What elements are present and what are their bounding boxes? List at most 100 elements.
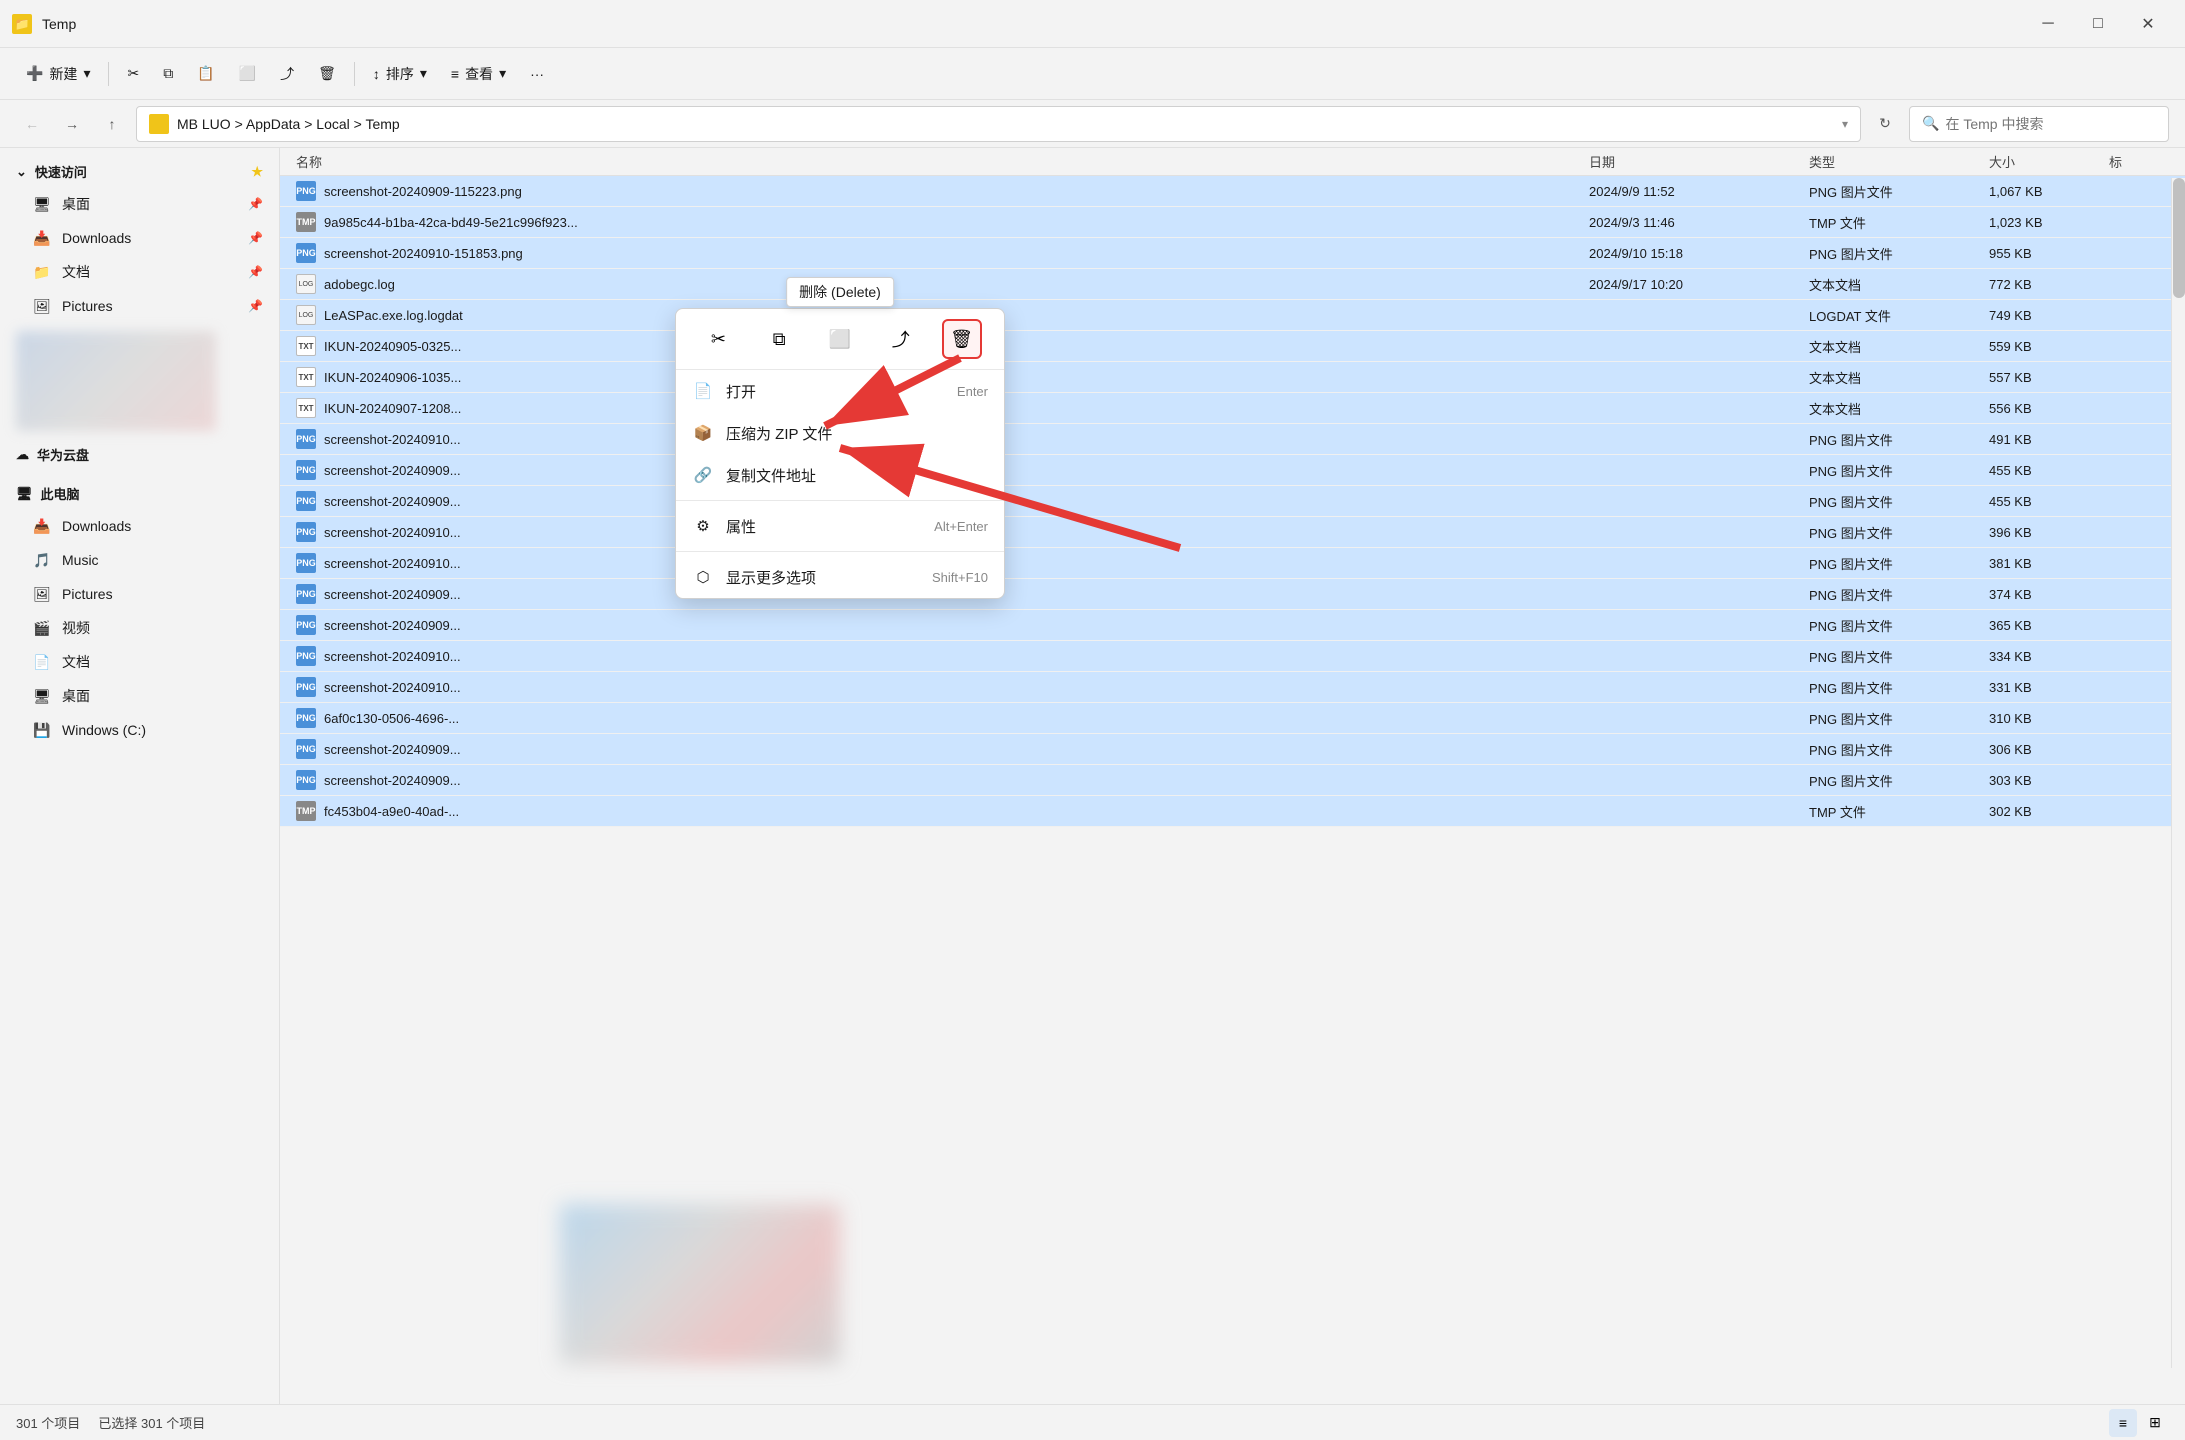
rename-icon: ⬜ [239, 65, 256, 82]
pin-icon: 📌 [248, 265, 263, 279]
path-dropdown[interactable]: ▾ [1842, 117, 1848, 131]
file-size: 1,067 KB [1989, 184, 2109, 199]
ctx-open-shortcut: Enter [957, 384, 988, 399]
search-box[interactable]: 🔍 [1909, 106, 2169, 142]
table-row[interactable]: PNG screenshot-20240910... PNG 图片文件 331 … [280, 672, 2185, 703]
table-row[interactable]: TXT IKUN-20240907-1208... 文本文档 556 KB [280, 393, 2185, 424]
view-button[interactable]: ≡ 查看 ▾ [441, 58, 516, 90]
file-name: screenshot-20240909-115223.png [324, 184, 522, 199]
table-row[interactable]: PNG screenshot-20240910... PNG 图片文件 491 … [280, 424, 2185, 455]
file-type: PNG 图片文件 [1809, 585, 1989, 604]
ctx-copy-button[interactable]: ⧉ [759, 319, 799, 359]
sidebar-item-documents[interactable]: 📁 文档 📌 [0, 255, 279, 289]
ctx-more-item[interactable]: ⬡ 显示更多选项 Shift+F10 [676, 556, 1004, 598]
sidebar-item-label: 桌面 [62, 686, 90, 706]
new-label: 新建 [49, 64, 77, 84]
sidebar-item-pc-documents[interactable]: 📄 文档 [0, 645, 279, 679]
table-row[interactable]: PNG screenshot-20240909... PNG 图片文件 455 … [280, 455, 2185, 486]
pc-documents-icon: 📄 [32, 652, 52, 672]
table-row[interactable]: TMP fc453b04-a9e0-40ad-... TMP 文件 302 KB [280, 796, 2185, 827]
list-view-button[interactable]: ≡ [2109, 1409, 2137, 1437]
file-name-cell: PNG screenshot-20240909... [296, 615, 1589, 635]
delete-button[interactable]: 🗑 [308, 59, 346, 88]
view-label: 查看 [465, 64, 493, 84]
file-size: 310 KB [1989, 711, 2109, 726]
maximize-button[interactable]: □ [2073, 0, 2123, 48]
sidebar-item-pc-downloads[interactable]: 📥 Downloads [0, 509, 279, 543]
table-row[interactable]: PNG screenshot-20240909... PNG 图片文件 374 … [280, 579, 2185, 610]
table-row[interactable]: TXT IKUN-20240906-1035... 文本文档 557 KB [280, 362, 2185, 393]
table-row[interactable]: PNG screenshot-20240909... PNG 图片文件 303 … [280, 765, 2185, 796]
file-name: fc453b04-a9e0-40ad-... [324, 804, 459, 819]
file-type: PNG 图片文件 [1809, 771, 1989, 790]
minimize-button[interactable]: ─ [2023, 0, 2073, 48]
ctx-properties-item[interactable]: ⚙ 属性 Alt+Enter [676, 505, 1004, 547]
search-input[interactable] [1945, 116, 2156, 132]
table-row[interactable]: LOG LeASPac.exe.log.logdat LOGDAT 文件 749… [280, 300, 2185, 331]
ctx-cut-button[interactable]: ✂ [698, 319, 738, 359]
sidebar-item-pc-music[interactable]: 🎵 Music [0, 543, 279, 577]
sidebar-item-desktop[interactable]: 🖥 桌面 📌 [0, 187, 279, 221]
sidebar-item-pictures[interactable]: 🖼 Pictures 📌 [0, 289, 279, 323]
sidebar-quick-access[interactable]: ⌄ 快速访问 ★ [0, 156, 279, 187]
table-row[interactable]: LOG adobegc.log 2024/9/17 10:20 文本文档 772… [280, 269, 2185, 300]
downloads-icon: 📥 [32, 228, 52, 248]
share-button[interactable]: ⤴ [270, 58, 304, 90]
ctx-delete-button[interactable]: 🗑 [942, 319, 982, 359]
ctx-share-button[interactable]: ⤴ [881, 319, 921, 359]
pc-pictures-icon: 🖼 [32, 584, 52, 604]
sort-button[interactable]: ↕ 排序 ▾ [363, 58, 437, 90]
ctx-copy-path-item[interactable]: 🔗 复制文件地址 [676, 454, 1004, 496]
table-row[interactable]: PNG screenshot-20240909... PNG 图片文件 306 … [280, 734, 2185, 765]
rename-button[interactable]: ⬜ [229, 59, 266, 88]
png-icon: PNG [296, 491, 316, 511]
share-icon: ⤴ [280, 64, 294, 84]
ctx-open-item[interactable]: 📄 打开 Enter [676, 370, 1004, 412]
sidebar-item-downloads[interactable]: 📥 Downloads 📌 [0, 221, 279, 255]
scrollbar-thumb[interactable] [2173, 178, 2185, 298]
png-icon: PNG [296, 708, 316, 728]
forward-button[interactable]: → [56, 108, 88, 140]
ctx-paste-button[interactable]: ⬜ [820, 319, 860, 359]
ctx-compress-item[interactable]: 📦 压缩为 ZIP 文件 [676, 412, 1004, 454]
table-row[interactable]: PNG 6af0c130-0506-4696-... PNG 图片文件 310 … [280, 703, 2185, 734]
sidebar-item-pc-desktop[interactable]: 🖥 桌面 [0, 679, 279, 713]
close-button[interactable]: ✕ [2123, 0, 2173, 48]
grid-view-button[interactable]: ⊞ [2141, 1409, 2169, 1437]
new-button[interactable]: ➕ 新建 ▾ [16, 58, 100, 90]
sidebar-item-pc-windows[interactable]: 💾 Windows (C:) [0, 713, 279, 747]
back-button[interactable]: ← [16, 108, 48, 140]
ctx-properties-shortcut: Alt+Enter [934, 519, 988, 534]
sidebar-item-pc-videos[interactable]: 🎬 视频 [0, 611, 279, 645]
ctx-compress-label: 压缩为 ZIP 文件 [726, 423, 832, 444]
table-row[interactable]: TXT IKUN-20240905-0325... 文本文档 559 KB [280, 331, 2185, 362]
refresh-button[interactable]: ↻ [1869, 108, 1901, 140]
table-row[interactable]: TMP 9a985c44-b1ba-42ca-bd49-5e21c996f923… [280, 207, 2185, 238]
table-row[interactable]: PNG screenshot-20240910... PNG 图片文件 396 … [280, 517, 2185, 548]
table-row[interactable]: PNG screenshot-20240909... PNG 图片文件 455 … [280, 486, 2185, 517]
up-button[interactable]: ↑ [96, 108, 128, 140]
file-name: screenshot-20240910... [324, 680, 461, 695]
quick-access-chevron: ⌄ [16, 164, 27, 180]
sidebar-huawei-cloud[interactable]: ☁ 华为云盘 [0, 439, 279, 470]
file-size: 955 KB [1989, 246, 2109, 261]
table-row[interactable]: PNG screenshot-20240910... PNG 图片文件 381 … [280, 548, 2185, 579]
table-row[interactable]: PNG screenshot-20240910-151853.png 2024/… [280, 238, 2185, 269]
table-row[interactable]: PNG screenshot-20240910... PNG 图片文件 334 … [280, 641, 2185, 672]
table-row[interactable]: PNG screenshot-20240909... PNG 图片文件 365 … [280, 610, 2185, 641]
png-icon: PNG [296, 522, 316, 542]
scrollbar-track[interactable] [2171, 178, 2185, 1368]
copy-button[interactable]: ⧉ [153, 59, 183, 88]
sidebar-this-pc[interactable]: 🖥 此电脑 [0, 478, 279, 509]
paste-button[interactable]: 📋 [187, 59, 224, 88]
status-bar-right: ≡ ⊞ [2109, 1409, 2169, 1437]
copy-icon: ⧉ [163, 65, 173, 82]
table-row[interactable]: PNG screenshot-20240909-115223.png 2024/… [280, 176, 2185, 207]
ctx-open-label: 打开 [726, 381, 756, 402]
context-menu[interactable]: 删除 (Delete) ✂ ⧉ ⬜ ⤴ 🗑 📄 打开 Enter 📦 压缩为 Z… [675, 308, 1005, 599]
new-icon: ➕ [26, 65, 43, 82]
sidebar-item-pc-pictures[interactable]: 🖼 Pictures [0, 577, 279, 611]
address-path[interactable]: MB LUO > AppData > Local > Temp ▾ [136, 106, 1861, 142]
more-button[interactable]: ··· [520, 60, 554, 88]
cut-button[interactable]: ✂ [117, 59, 149, 88]
